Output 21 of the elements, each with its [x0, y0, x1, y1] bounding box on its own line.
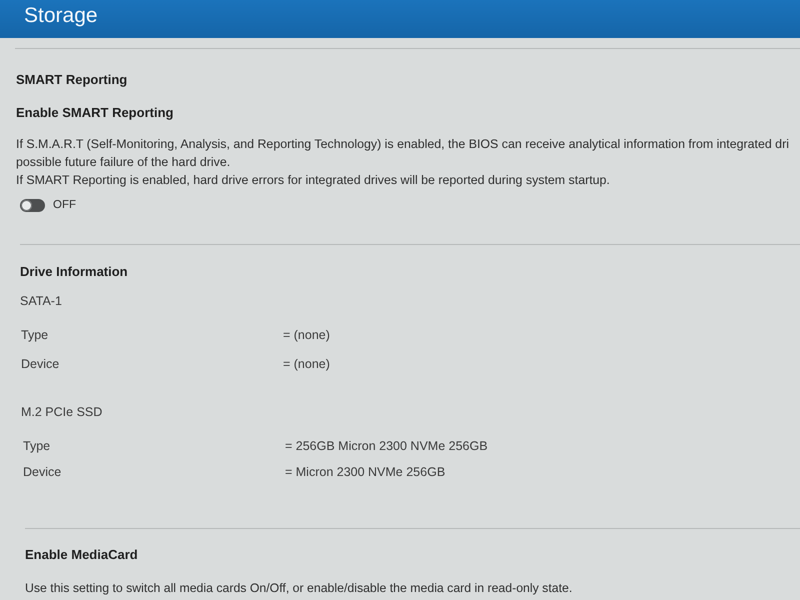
- field-value: = 256GB Micron 2300 NVMe 256GB: [285, 438, 488, 455]
- field-label: Type: [21, 327, 48, 344]
- drive-name: M.2 PCIe SSD: [21, 404, 102, 421]
- field-label: Device: [21, 356, 60, 373]
- description-text: If S.M.A.R.T (Self-Monitoring, Analysis, and Reporting Technology) is enabled, the BIOS can receive analytical information from integrated dri: [16, 136, 789, 153]
- field-value: = Micron 2300 NVMe 256GB: [285, 464, 446, 481]
- setting-title: Enable SMART Reporting: [16, 104, 174, 122]
- field-label: Device: [23, 464, 62, 481]
- description-text: possible future failure of the hard drive.: [16, 154, 230, 171]
- description-text: Use this setting to switch all media cards On/Off, or enable/disable the media card in read-only state.: [25, 580, 572, 597]
- field-label: Type: [23, 438, 50, 455]
- field-value: = (none): [283, 327, 330, 344]
- toggle-switch[interactable]: [20, 198, 45, 212]
- page-title: Storage: [24, 3, 98, 29]
- toggle-state-label: OFF: [53, 198, 76, 212]
- setting-title: Enable MediaCard: [25, 546, 138, 564]
- field-value: = (none): [283, 356, 330, 373]
- section-heading: SMART Reporting: [16, 71, 128, 89]
- section-heading: Drive Information: [20, 263, 128, 281]
- drive-name: SATA-1: [20, 293, 62, 310]
- description-text: If SMART Reporting is enabled, hard drive errors for integrated drives will be reported during system startup.: [16, 172, 610, 189]
